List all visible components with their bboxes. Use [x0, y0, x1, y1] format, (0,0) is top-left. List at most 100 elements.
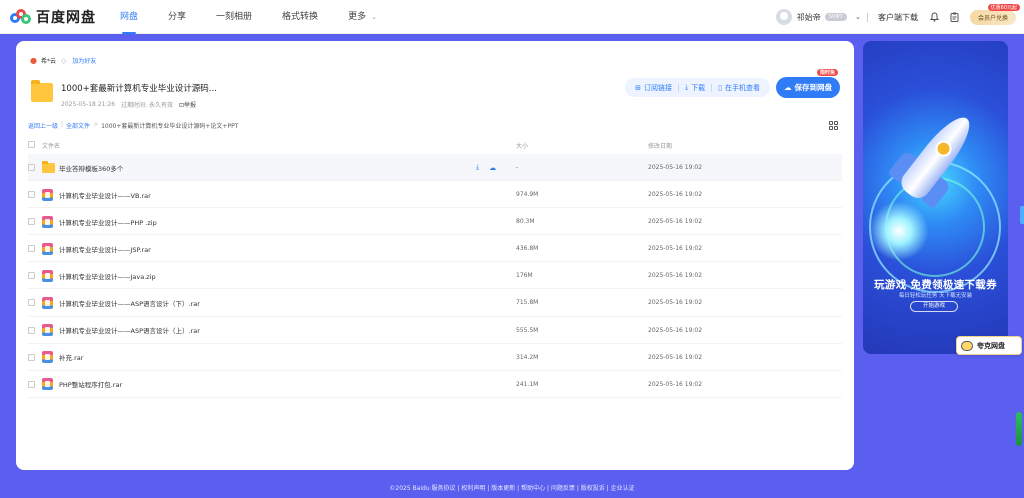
row-checkbox[interactable] — [28, 299, 35, 307]
archive-icon — [42, 215, 53, 228]
file-list: 毕业答辩模板360多个 ⤓ ☁ - 2025-05-16 19:02 计算机专业… — [28, 154, 842, 398]
file-date: 2025-05-16 19:02 — [648, 218, 703, 226]
sharer-name[interactable]: 希*云 — [41, 56, 56, 65]
nav-more-label: 更多 — [348, 11, 367, 22]
file-size: 314.2M — [516, 353, 539, 361]
report-link[interactable]: ⊡举报 — [179, 100, 202, 109]
user-area: 祁始帝 SVIP7 ⌄ 客户端下载 会员户兑换 优惠60元起 — [775, 0, 1020, 34]
ad-title: 玩游戏 免费领极速下载券 — [874, 279, 997, 291]
file-size: 715.8M — [516, 299, 539, 307]
file-date: 2025-05-16 19:02 — [648, 299, 703, 307]
row-checkbox[interactable] — [28, 380, 35, 388]
cloud-save-icon[interactable]: ☁ — [489, 164, 496, 172]
sharer-avatar-icon: ● — [30, 56, 37, 65]
download-icon: ⤓ — [685, 83, 689, 91]
file-name[interactable]: PHP整站程序打包.rar — [59, 371, 122, 398]
table-row[interactable]: 计算机专业毕业设计——PHP .zip 80.3M 2025-05-16 19:… — [28, 208, 842, 236]
row-checkbox[interactable] — [28, 164, 35, 171]
baidu-netdisk-logo[interactable]: 百度网盘 — [10, 7, 100, 27]
clipboard-icon[interactable] — [950, 12, 960, 22]
file-date: 2025-05-16 19:02 — [648, 164, 703, 171]
table-header: 文件名 大小 修改日期 — [28, 137, 842, 153]
table-row[interactable]: PHP整站程序打包.rar 241.1M 2025-05-16 19:02 — [28, 371, 842, 398]
subscribe-icon: ⊞ — [635, 83, 642, 92]
breadcrumb: 返回上一级 | 全部文件 > 1000+套最新计算机专业毕业设计源码+论文+PP… — [28, 121, 238, 130]
row-checkbox[interactable] — [28, 245, 35, 253]
logo-icon — [10, 8, 32, 25]
table-row[interactable]: 计算机专业毕业设计——Java.zip 176M 2025-05-16 19:0… — [28, 262, 842, 290]
row-checkbox[interactable] — [28, 326, 35, 334]
table-row[interactable]: 计算机专业毕业设计——VB.rar 974.9M 2025-05-16 19:0… — [28, 181, 842, 209]
file-name[interactable]: 计算机专业毕业设计——ASP语言设计（下）.rar — [59, 289, 200, 316]
nav-netdisk[interactable]: 网盘 — [120, 0, 138, 34]
quark-netdisk-button[interactable]: 夸克网盘 — [956, 336, 1022, 355]
member-redeem-button[interactable]: 会员户兑换 优惠60元起 — [969, 3, 1020, 25]
row-checkbox[interactable] — [28, 218, 35, 226]
header-modified[interactable]: 修改日期 — [648, 141, 672, 150]
file-name[interactable]: 计算机专业毕业设计——VB.rar — [59, 181, 151, 208]
row-checkbox[interactable] — [28, 191, 35, 199]
breadcrumb-separator: > — [93, 121, 99, 128]
avatar[interactable] — [775, 9, 792, 25]
nav-album[interactable]: 一刻相册 — [216, 0, 252, 34]
nav-share[interactable]: 分享 — [168, 0, 186, 34]
svip-badge: SVIP7 — [824, 13, 847, 21]
archive-icon — [42, 242, 53, 255]
table-row[interactable]: 毕业答辩模板360多个 ⤓ ☁ - 2025-05-16 19:02 — [28, 154, 842, 182]
row-checkbox[interactable] — [28, 353, 35, 361]
discount-tag: 优惠60元起 — [987, 3, 1020, 11]
side-float-tab[interactable] — [1020, 206, 1024, 224]
sharer-info: ● 希*云 ◇ 加为好友 — [30, 56, 96, 65]
expire-time: 过期时间: 永久有效 — [121, 102, 174, 109]
header-size[interactable]: 大小 — [516, 141, 528, 150]
download-button[interactable]: ⤓ 下载 — [679, 83, 711, 93]
archive-icon — [42, 188, 53, 201]
file-name[interactable]: 计算机专业毕业设计——PHP .zip — [59, 208, 157, 235]
file-date: 2025-05-16 19:02 — [648, 326, 703, 334]
save-label: 保存到网盘 — [794, 83, 833, 92]
nav-more[interactable]: 更多 ⌄ — [348, 0, 377, 34]
file-name[interactable]: 计算机专业毕业设计——ASP语言设计（上）.rar — [59, 317, 200, 344]
table-row[interactable]: 补充.rar 314.2M 2025-05-16 19:02 — [28, 344, 842, 371]
subscribe-label: 订阅链接 — [644, 83, 673, 92]
grid-view-icon[interactable] — [829, 121, 838, 130]
row-actions: ⤓ ☁ — [476, 154, 506, 181]
file-size: - — [516, 164, 519, 171]
client-download-link[interactable]: 客户端下载 — [878, 12, 918, 23]
add-friend-link[interactable]: 加为好友 — [72, 56, 96, 65]
file-size: 436.8M — [516, 245, 539, 253]
file-name[interactable]: 计算机专业毕业设计——JSP.rar — [59, 235, 151, 262]
username[interactable]: 祁始帝 — [797, 12, 821, 23]
chevron-down-icon[interactable]: ⌄ — [853, 12, 863, 22]
subscribe-link-button[interactable]: ⊞ 订阅链接 — [629, 83, 678, 93]
file-date: 2025-05-16 19:02 — [648, 245, 703, 253]
file-name[interactable]: 计算机专业毕业设计——Java.zip — [59, 262, 156, 289]
game-ad-banner[interactable]: 玩游戏 免费领极速下载券 每日轻松玩任务 天下载无安装 开始游戏 — [863, 41, 1008, 354]
row-checkbox[interactable] — [28, 272, 35, 280]
folder-icon — [42, 160, 55, 173]
select-all-checkbox[interactable] — [28, 141, 35, 148]
ad-subtitle: 每日轻松玩任务 天下载无安装 — [898, 293, 973, 299]
header-name[interactable]: 文件名 — [42, 141, 60, 150]
start-game-button[interactable]: 开始游戏 — [910, 301, 958, 312]
table-row[interactable]: 计算机专业毕业设计——ASP语言设计（上）.rar 555.5M 2025-05… — [28, 317, 842, 344]
nav-format-convert[interactable]: 格式转换 — [282, 0, 318, 34]
bell-icon[interactable] — [930, 12, 940, 22]
breadcrumb-all-files[interactable]: 全部文件 — [66, 121, 90, 130]
download-label: 下载 — [691, 83, 706, 92]
cloud-icon: ☁ — [784, 83, 792, 92]
file-date: 2025-05-16 19:02 — [648, 353, 703, 361]
file-name[interactable]: 毕业答辩模板360多个 — [59, 154, 123, 181]
share-header: 1000+套最新计算机专业毕业设计源码... 2025-05-18 21:26 … — [31, 80, 217, 109]
quark-cloud-icon — [961, 340, 973, 351]
main-nav: 网盘 分享 一刻相册 格式转换 更多 ⌄ — [120, 0, 407, 34]
table-row[interactable]: 计算机专业毕业设计——ASP语言设计（下）.rar 715.8M 2025-05… — [28, 289, 842, 317]
file-name[interactable]: 补充.rar — [59, 344, 83, 371]
view-on-phone-button[interactable]: ▯ 在手机查看 — [712, 83, 766, 93]
breadcrumb-back[interactable]: 返回上一级 — [28, 121, 58, 130]
floating-widget[interactable] — [1016, 412, 1022, 446]
member-redeem-label: 会员户兑换 — [977, 14, 1008, 22]
save-to-netdisk-button[interactable]: ☁ 保存到网盘 限时免 — [776, 69, 840, 98]
download-icon[interactable]: ⤓ — [476, 163, 479, 172]
table-row[interactable]: 计算机专业毕业设计——JSP.rar 436.8M 2025-05-16 19:… — [28, 235, 842, 263]
